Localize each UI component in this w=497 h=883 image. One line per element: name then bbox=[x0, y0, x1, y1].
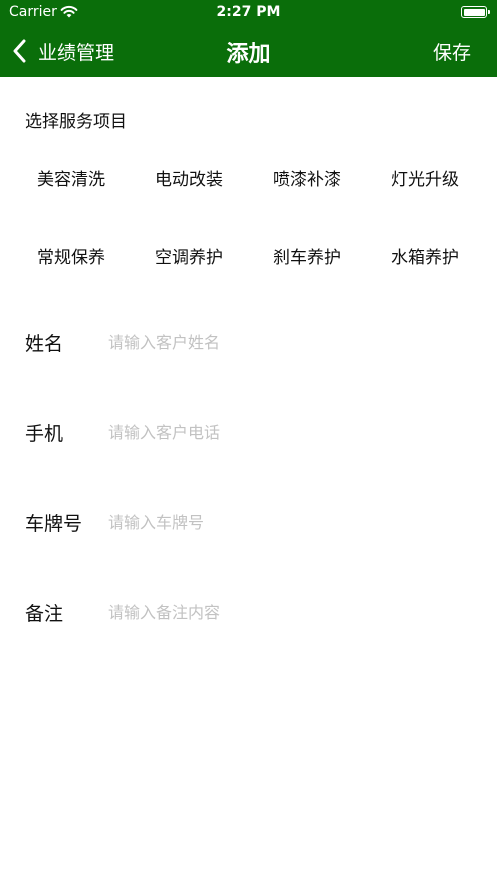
status-time: 2:27 PM bbox=[216, 4, 281, 20]
battery-icon bbox=[461, 6, 490, 18]
service-item-light-upgrade[interactable]: 灯光升级 bbox=[370, 160, 480, 200]
plate-input[interactable] bbox=[108, 505, 468, 539]
service-item-ac-care[interactable]: 空调养护 bbox=[134, 238, 244, 278]
name-input[interactable] bbox=[108, 325, 468, 359]
app-header: Carrier 2:27 PM 业绩管理 添加 保存 bbox=[0, 0, 497, 77]
form-row-plate: 车牌号 bbox=[0, 497, 497, 547]
phone-label: 手机 bbox=[25, 423, 64, 445]
service-item-beauty-wash[interactable]: 美容清洗 bbox=[16, 160, 126, 200]
note-label: 备注 bbox=[25, 603, 64, 625]
nav-bar: 业绩管理 添加 保存 bbox=[0, 26, 497, 77]
service-section-title: 选择服务项目 bbox=[25, 112, 127, 132]
note-input[interactable] bbox=[108, 595, 468, 629]
name-label: 姓名 bbox=[25, 333, 64, 355]
service-item-brake-care[interactable]: 刹车养护 bbox=[252, 238, 362, 278]
service-item-electric-mod[interactable]: 电动改装 bbox=[134, 160, 244, 200]
form-row-name: 姓名 bbox=[0, 317, 497, 367]
service-item-routine-maintenance[interactable]: 常规保养 bbox=[16, 238, 126, 278]
plate-label: 车牌号 bbox=[25, 513, 83, 535]
status-bar: Carrier 2:27 PM bbox=[0, 0, 497, 26]
service-item-paint-repair[interactable]: 喷漆补漆 bbox=[252, 160, 362, 200]
save-button[interactable]: 保存 bbox=[433, 38, 471, 65]
form-row-note: 备注 bbox=[0, 587, 497, 637]
service-item-radiator-care[interactable]: 水箱养护 bbox=[370, 238, 480, 278]
phone-input[interactable] bbox=[108, 415, 468, 449]
form-row-phone: 手机 bbox=[0, 407, 497, 457]
page-title: 添加 bbox=[226, 42, 271, 67]
